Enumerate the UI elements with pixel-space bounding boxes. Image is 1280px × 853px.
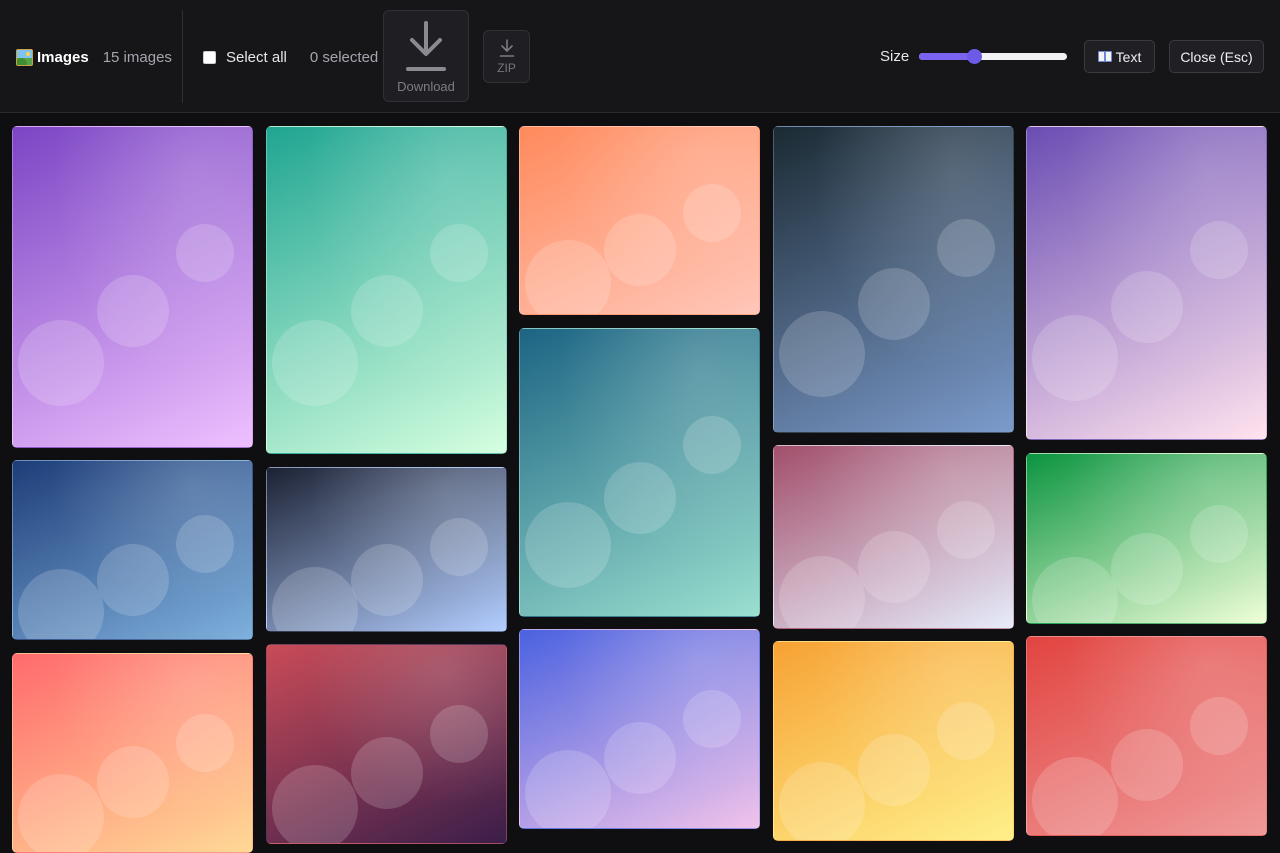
decorative-circle (1190, 505, 1248, 563)
decorative-circle (351, 275, 423, 347)
toolbar-divider (182, 10, 183, 103)
toolbar: Images 15 images Select all 0 selected D… (0, 0, 1280, 113)
gallery-title: Images (37, 48, 89, 66)
decorative-circle (97, 275, 169, 347)
text-view-button[interactable]: Text (1084, 40, 1155, 73)
decorative-circle (18, 774, 104, 852)
decorative-circle (604, 462, 676, 534)
select-all-control[interactable]: Select all 0 selected (203, 47, 378, 67)
gallery-image-15[interactable] (1026, 636, 1267, 836)
decorative-circle (272, 765, 358, 843)
decorative-circle (430, 518, 488, 576)
decorative-circle (1111, 271, 1183, 343)
decorative-circle (779, 311, 865, 397)
download-button[interactable]: Download (383, 10, 469, 102)
decorative-circle (176, 714, 234, 772)
decorative-circle (1111, 533, 1183, 605)
gallery-image-9[interactable] (519, 629, 760, 829)
decorative-circle (858, 734, 930, 806)
size-label: Size (880, 48, 910, 65)
decorative-circle (18, 320, 104, 406)
size-slider[interactable] (919, 49, 1067, 65)
gallery-image-14[interactable] (1026, 453, 1267, 624)
gallery-image-1[interactable] (12, 126, 253, 448)
decorative-circle (858, 531, 930, 603)
close-label[interactable]: Close (Esc) (1180, 49, 1252, 65)
decorative-circle (97, 746, 169, 818)
decorative-circle (683, 184, 741, 242)
decorative-circle (176, 224, 234, 282)
decorative-circle (351, 544, 423, 616)
gallery-image-13[interactable] (1026, 126, 1267, 440)
zip-download-icon (499, 39, 514, 57)
gallery-image-6[interactable] (266, 644, 507, 844)
decorative-circle (683, 416, 741, 474)
gallery-image-11[interactable] (773, 445, 1014, 629)
decorative-circle (779, 762, 865, 840)
decorative-circle (176, 515, 234, 573)
image-count: 15 images (102, 48, 172, 66)
decorative-circle (525, 502, 611, 588)
text-view-label[interactable]: Text (1116, 49, 1142, 65)
gallery-header: Images 15 images (16, 46, 172, 68)
decorative-circle (604, 214, 676, 286)
decorative-circle (272, 320, 358, 406)
decorative-circle (937, 702, 995, 760)
selected-count: 0 selected (309, 48, 379, 66)
decorative-circle (1032, 315, 1118, 401)
gallery-image-2[interactable] (12, 460, 253, 640)
image-grid (0, 114, 1280, 853)
decorative-circle (525, 750, 611, 828)
zip-label[interactable]: ZIP (497, 61, 516, 75)
size-slider-fill (919, 53, 974, 60)
decorative-circle (351, 737, 423, 809)
decorative-circle (1190, 221, 1248, 279)
select-all-checkbox[interactable] (203, 50, 216, 64)
decorative-circle (937, 219, 995, 277)
close-button[interactable]: Close (Esc) (1169, 40, 1264, 73)
decorative-circle (1111, 729, 1183, 801)
decorative-circle (683, 690, 741, 748)
gallery-image-5[interactable] (266, 467, 507, 632)
decorative-circle (1032, 757, 1118, 835)
download-icon (406, 21, 446, 71)
decorative-circle (97, 544, 169, 616)
decorative-circle (937, 501, 995, 559)
gallery-image-3[interactable] (12, 653, 253, 853)
gallery-image-12[interactable] (773, 641, 1014, 841)
decorative-circle (430, 705, 488, 763)
decorative-circle (1190, 697, 1248, 755)
book-icon (1097, 51, 1112, 62)
picture-icon (16, 48, 33, 66)
gallery-image-7[interactable] (519, 126, 760, 315)
zip-button[interactable]: ZIP (483, 30, 530, 83)
decorative-circle (430, 224, 488, 282)
select-all-label[interactable]: Select all (226, 49, 287, 66)
gallery-image-8[interactable] (519, 328, 760, 617)
gallery-image-4[interactable] (266, 126, 507, 454)
decorative-circle (604, 722, 676, 794)
download-label[interactable]: Download (397, 79, 455, 94)
gallery-image-10[interactable] (773, 126, 1014, 433)
size-slider-thumb[interactable] (966, 49, 982, 64)
decorative-circle (858, 268, 930, 340)
